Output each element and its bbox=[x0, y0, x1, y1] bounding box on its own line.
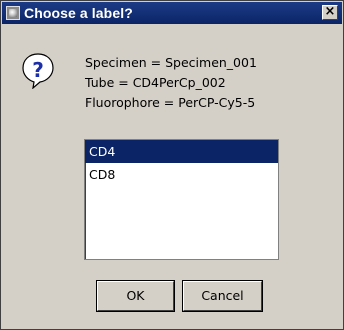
title-bar[interactable]: Choose a label? × bbox=[2, 2, 342, 24]
fluorophore-label: Fluorophore = PerCP-Cy5-5 bbox=[85, 95, 256, 110]
close-button[interactable]: × bbox=[322, 5, 338, 20]
choose-label-dialog: Choose a label? × ? Specimen = Specimen_… bbox=[0, 0, 344, 330]
cancel-button[interactable]: Cancel bbox=[183, 281, 262, 311]
info-text: Specimen = Specimen_001 Tube = CD4PerCp_… bbox=[85, 53, 257, 113]
question-icon: ? bbox=[22, 53, 54, 89]
app-icon bbox=[6, 6, 20, 20]
list-item-cd4[interactable]: CD4 bbox=[85, 140, 278, 163]
specimen-label: Specimen = Specimen_001 bbox=[85, 55, 257, 70]
list-item-cd8[interactable]: CD8 bbox=[85, 163, 278, 186]
close-icon: × bbox=[324, 4, 336, 19]
ok-button[interactable]: OK bbox=[97, 281, 174, 311]
window-title: Choose a label? bbox=[24, 5, 133, 21]
svg-text:?: ? bbox=[32, 58, 44, 82]
label-list[interactable]: CD4 CD8 bbox=[84, 139, 279, 260]
tube-label: Tube = CD4PerCp_002 bbox=[85, 75, 226, 90]
